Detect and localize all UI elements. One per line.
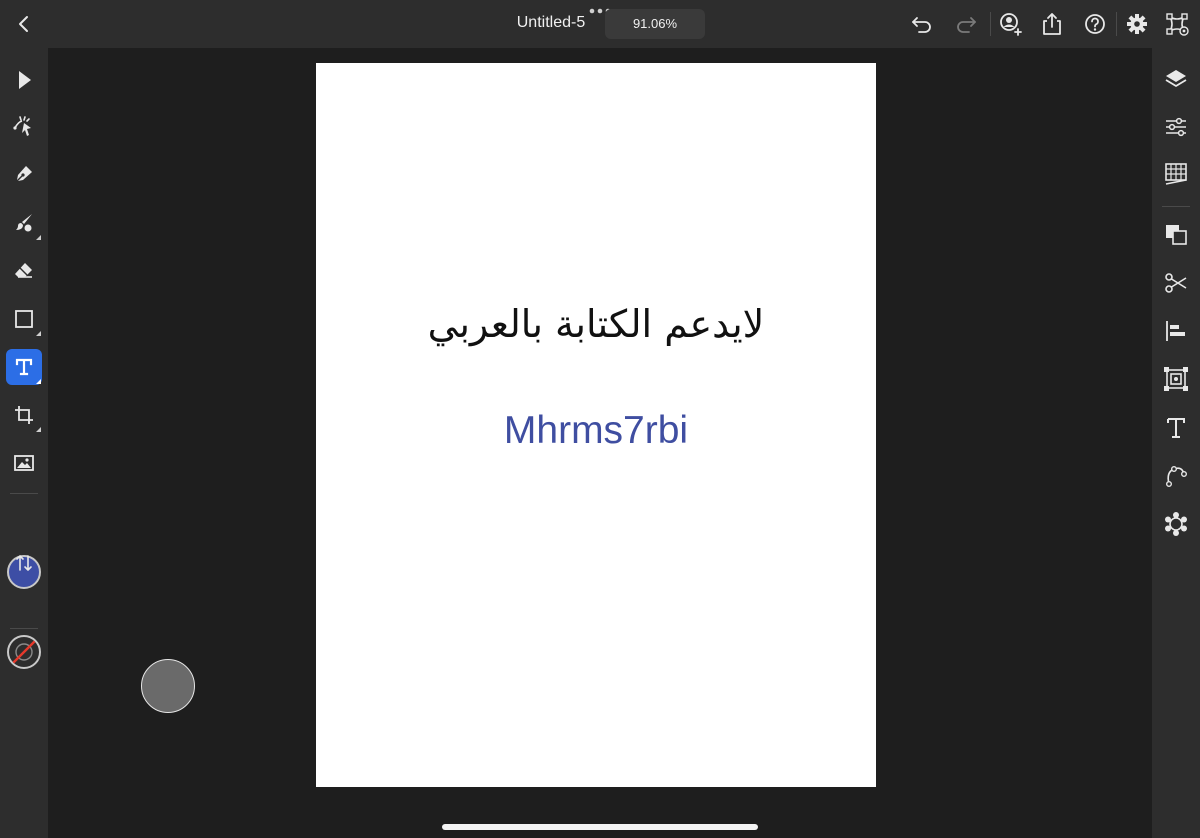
paint-brush-icon (16, 214, 32, 232)
rectangle-icon (15, 310, 33, 328)
crop-transform-icon (15, 406, 33, 424)
toolbar-divider (10, 628, 38, 629)
toolbar-divider (1116, 12, 1117, 36)
component-icon[interactable] (1162, 510, 1190, 538)
text-t-icon (15, 358, 33, 376)
left-toolbar (0, 48, 48, 838)
direct-selection-icon (13, 116, 31, 136)
submenu-corner-icon (36, 379, 41, 384)
document-title[interactable]: Untitled-5 (505, 14, 597, 32)
image-icon (14, 455, 34, 471)
selection-tool[interactable] (6, 62, 42, 98)
scissors-icon[interactable] (1162, 269, 1190, 297)
repeat-grid-icon[interactable] (1162, 365, 1190, 393)
swap-colors-icon[interactable] (14, 553, 34, 573)
properties-sliders-icon[interactable] (1162, 113, 1190, 141)
zoom-level[interactable]: 91.06% (605, 9, 705, 39)
invite-user-icon[interactable] (996, 10, 1024, 38)
submenu-corner-icon (36, 427, 41, 432)
stroke-color-swatch[interactable] (7, 635, 41, 669)
right-toolbar (1152, 48, 1200, 838)
submenu-corner-icon (36, 235, 41, 240)
home-indicator[interactable] (442, 824, 758, 830)
pointer-arrow-icon (19, 71, 31, 89)
top-bar: Untitled-5 91.06% (0, 0, 1200, 48)
pen-tool[interactable] (6, 156, 42, 192)
layers-icon[interactable] (1162, 65, 1190, 93)
shape-tool[interactable] (6, 301, 42, 337)
redo-icon[interactable] (952, 10, 980, 38)
arabic-text-layer[interactable]: لايدعم الكتابة بالعربي (316, 302, 876, 346)
path-icon[interactable] (1162, 462, 1190, 490)
toolbar-divider (1162, 206, 1190, 207)
align-left-icon[interactable] (1162, 317, 1190, 345)
touch-modifier-button[interactable] (141, 659, 195, 713)
submenu-corner-icon (36, 331, 41, 336)
artboard[interactable]: لايدعم الكتابة بالعربي Mhrms7rbi (316, 63, 876, 787)
share-icon[interactable] (1038, 10, 1066, 38)
type-panel-icon[interactable] (1162, 414, 1190, 442)
text-tool[interactable] (6, 349, 42, 385)
toolbar-divider (10, 493, 38, 494)
image-tool[interactable] (6, 445, 42, 481)
toolbar-divider (990, 12, 991, 36)
no-color-slash-icon (10, 638, 38, 666)
direct-selection-tool[interactable] (6, 108, 42, 144)
brush-tool[interactable] (6, 205, 42, 241)
arrange-icon[interactable] (1162, 220, 1190, 248)
help-icon[interactable] (1081, 10, 1109, 38)
back-chevron-icon[interactable] (10, 10, 38, 38)
latin-text-layer[interactable]: Mhrms7rbi (316, 409, 876, 453)
path-handles-icon[interactable] (1163, 10, 1191, 38)
eraser-icon (15, 263, 32, 278)
undo-icon[interactable] (908, 10, 936, 38)
settings-gear-icon[interactable] (1123, 10, 1151, 38)
eraser-tool[interactable] (6, 253, 42, 289)
transform-tool[interactable] (6, 397, 42, 433)
pen-nib-icon (16, 166, 32, 182)
grid-icon[interactable] (1162, 160, 1190, 188)
